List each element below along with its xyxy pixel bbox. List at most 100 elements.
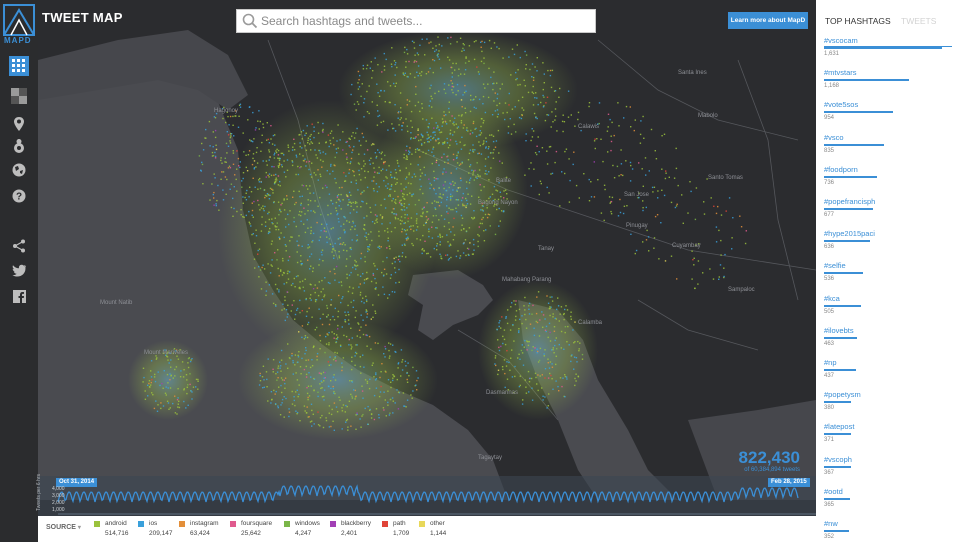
hashtag-name: #foodporn: [824, 164, 858, 174]
hashtag-count: 835: [824, 147, 835, 154]
legend-swatch: [94, 521, 100, 527]
hashtag-item[interactable]: #np 437: [824, 358, 954, 379]
legend-label: path: [393, 520, 406, 527]
hashtag-count: 677: [824, 212, 835, 218]
hashtag-item[interactable]: #foodporn 736: [824, 165, 954, 186]
legend-swatch: [230, 521, 236, 527]
map-label: Calawis: [578, 124, 600, 130]
hashtag-item[interactable]: #latepost 371: [824, 422, 954, 443]
map-basemap: [38, 0, 816, 516]
hashtag-bar: [824, 497, 850, 500]
timeline-y-label: Tweets per 6 hrs: [36, 474, 42, 511]
hashtag-count: 505: [824, 308, 835, 315]
legend-label: blackberry: [341, 520, 371, 527]
hashtag-bar: [824, 240, 870, 243]
hashtag-count: 463: [824, 340, 835, 347]
hashtag-item[interactable]: #vscocam 1,631: [824, 36, 954, 57]
map-label: Hagonoy: [214, 108, 239, 114]
timeline-chart[interactable]: [38, 476, 816, 516]
map-label: Tagaytay: [478, 455, 503, 461]
map-canvas[interactable]: Santa Ines Calawis San Jose Pinugay Cuya…: [38, 0, 816, 516]
tweet-count-total: of 60,384,894 tweets: [744, 467, 800, 473]
hashtag-name: #hype2015paci: [824, 229, 875, 239]
hashtag-name: #latepost: [824, 422, 855, 432]
legend-count: 209,147: [149, 530, 173, 537]
source-label: SOURCE: [46, 524, 76, 531]
legend-count: 1,144: [430, 530, 447, 537]
search-icon: [242, 13, 258, 34]
share-icon[interactable]: [9, 236, 29, 256]
hashtag-bar: [824, 433, 851, 436]
map-label: Balite: [496, 178, 512, 184]
chevron-down-icon: ▾: [77, 525, 81, 531]
legend-swatch: [138, 521, 144, 527]
source-dropdown[interactable]: SOURCE ▾: [46, 524, 81, 531]
layers-icon[interactable]: [9, 86, 29, 106]
hashtag-bar: [824, 401, 851, 404]
timeline-svg: [57, 484, 816, 515]
hashtag-count: 736: [824, 179, 835, 186]
hashtag-name: #vote5sos: [824, 100, 859, 110]
hashtag-item[interactable]: #popefrancisph 677: [824, 197, 954, 218]
hashtag-bar: [824, 111, 893, 114]
twitter-icon[interactable]: [9, 260, 29, 280]
map-label: Santo Tomas: [708, 175, 743, 181]
hashtag-name: #ilovebts: [824, 325, 854, 335]
hashtag-item[interactable]: #hype2015paci 636: [824, 229, 954, 250]
hashtag-item[interactable]: #nw 352: [824, 519, 954, 540]
hashtag-item[interactable]: #kca 505: [824, 294, 954, 315]
hashtag-item[interactable]: #selfie 536: [824, 261, 954, 282]
hashtag-item[interactable]: #mtvstars 1,168: [824, 68, 954, 89]
hashtag-count: 365: [824, 501, 835, 508]
map-label: Cuyambay: [672, 243, 701, 249]
hashtag-icon[interactable]: [9, 136, 29, 156]
tab-top-hashtags[interactable]: TOP HASHTAGS: [825, 16, 891, 26]
map-label: Dasmarinas: [486, 390, 519, 396]
hashtag-bar: [824, 79, 909, 82]
heatmap-icon[interactable]: [9, 56, 29, 76]
hashtag-count: 536: [824, 276, 835, 283]
map-label: Mahabang Parang: [502, 277, 552, 283]
hashtag-panel: TOP HASHTAGS TWEETS #vscocam 1,631 #mtvsta…: [816, 0, 960, 542]
legend-label: instagram: [190, 520, 219, 527]
legend-label: windows: [295, 520, 320, 527]
hashtag-name: #selfie: [824, 261, 846, 271]
facebook-icon[interactable]: [9, 286, 29, 306]
hashtag-item[interactable]: #vsco 835: [824, 133, 954, 154]
tweet-count: 822,430: [738, 448, 800, 467]
source-legend: SOURCE ▾ android 514,716 ios 209,147 ins…: [38, 516, 816, 542]
hashtag-bar: [824, 465, 851, 468]
tab-tweets[interactable]: TWEETS: [901, 16, 936, 26]
legend-count: 514,716: [105, 530, 129, 537]
search-box[interactable]: [236, 9, 596, 33]
timeline-y-tick: 1,000: [52, 507, 65, 513]
hashtag-item[interactable]: #vote5sos 954: [824, 100, 954, 121]
timeline-y-tick: 2,000: [52, 500, 65, 506]
globe-icon[interactable]: [9, 160, 29, 180]
map-label: Tanay: [538, 246, 555, 252]
hashtag-item[interactable]: #ilovebts 463: [824, 326, 954, 347]
hashtag-bar: [824, 336, 857, 339]
hashtag-count: 636: [824, 244, 835, 251]
map-label: Bagong Nayon: [478, 200, 518, 206]
logo-text: MAPD: [4, 36, 32, 45]
hashtag-bar: [824, 208, 873, 210]
hashtag-count: 1,168: [824, 83, 840, 90]
mapd-logo[interactable]: [3, 4, 35, 38]
learn-more-button[interactable]: Learn more about MapD: [728, 12, 808, 29]
hashtag-item[interactable]: #vscoph 367: [824, 455, 954, 476]
hashtag-name: #kca: [824, 293, 840, 303]
hashtag-name: #popefrancisph: [824, 197, 876, 206]
hashtag-item[interactable]: #ootd 365: [824, 487, 954, 508]
hashtag-item[interactable]: #popetysm 380: [824, 390, 954, 411]
hashtag-count: 352: [824, 534, 835, 540]
hashtag-name: #vscocam: [824, 36, 858, 45]
hashtag-name: #popetysm: [824, 390, 861, 400]
search-input[interactable]: [261, 12, 591, 30]
map-pin-icon[interactable]: [9, 114, 29, 134]
hashtag-bar: [824, 304, 861, 307]
help-icon[interactable]: ?: [9, 186, 29, 206]
hashtag-bar: [824, 530, 849, 532]
hashtag-bar: [824, 175, 877, 178]
timeline-end-date: Feb 28, 2015: [768, 478, 810, 487]
